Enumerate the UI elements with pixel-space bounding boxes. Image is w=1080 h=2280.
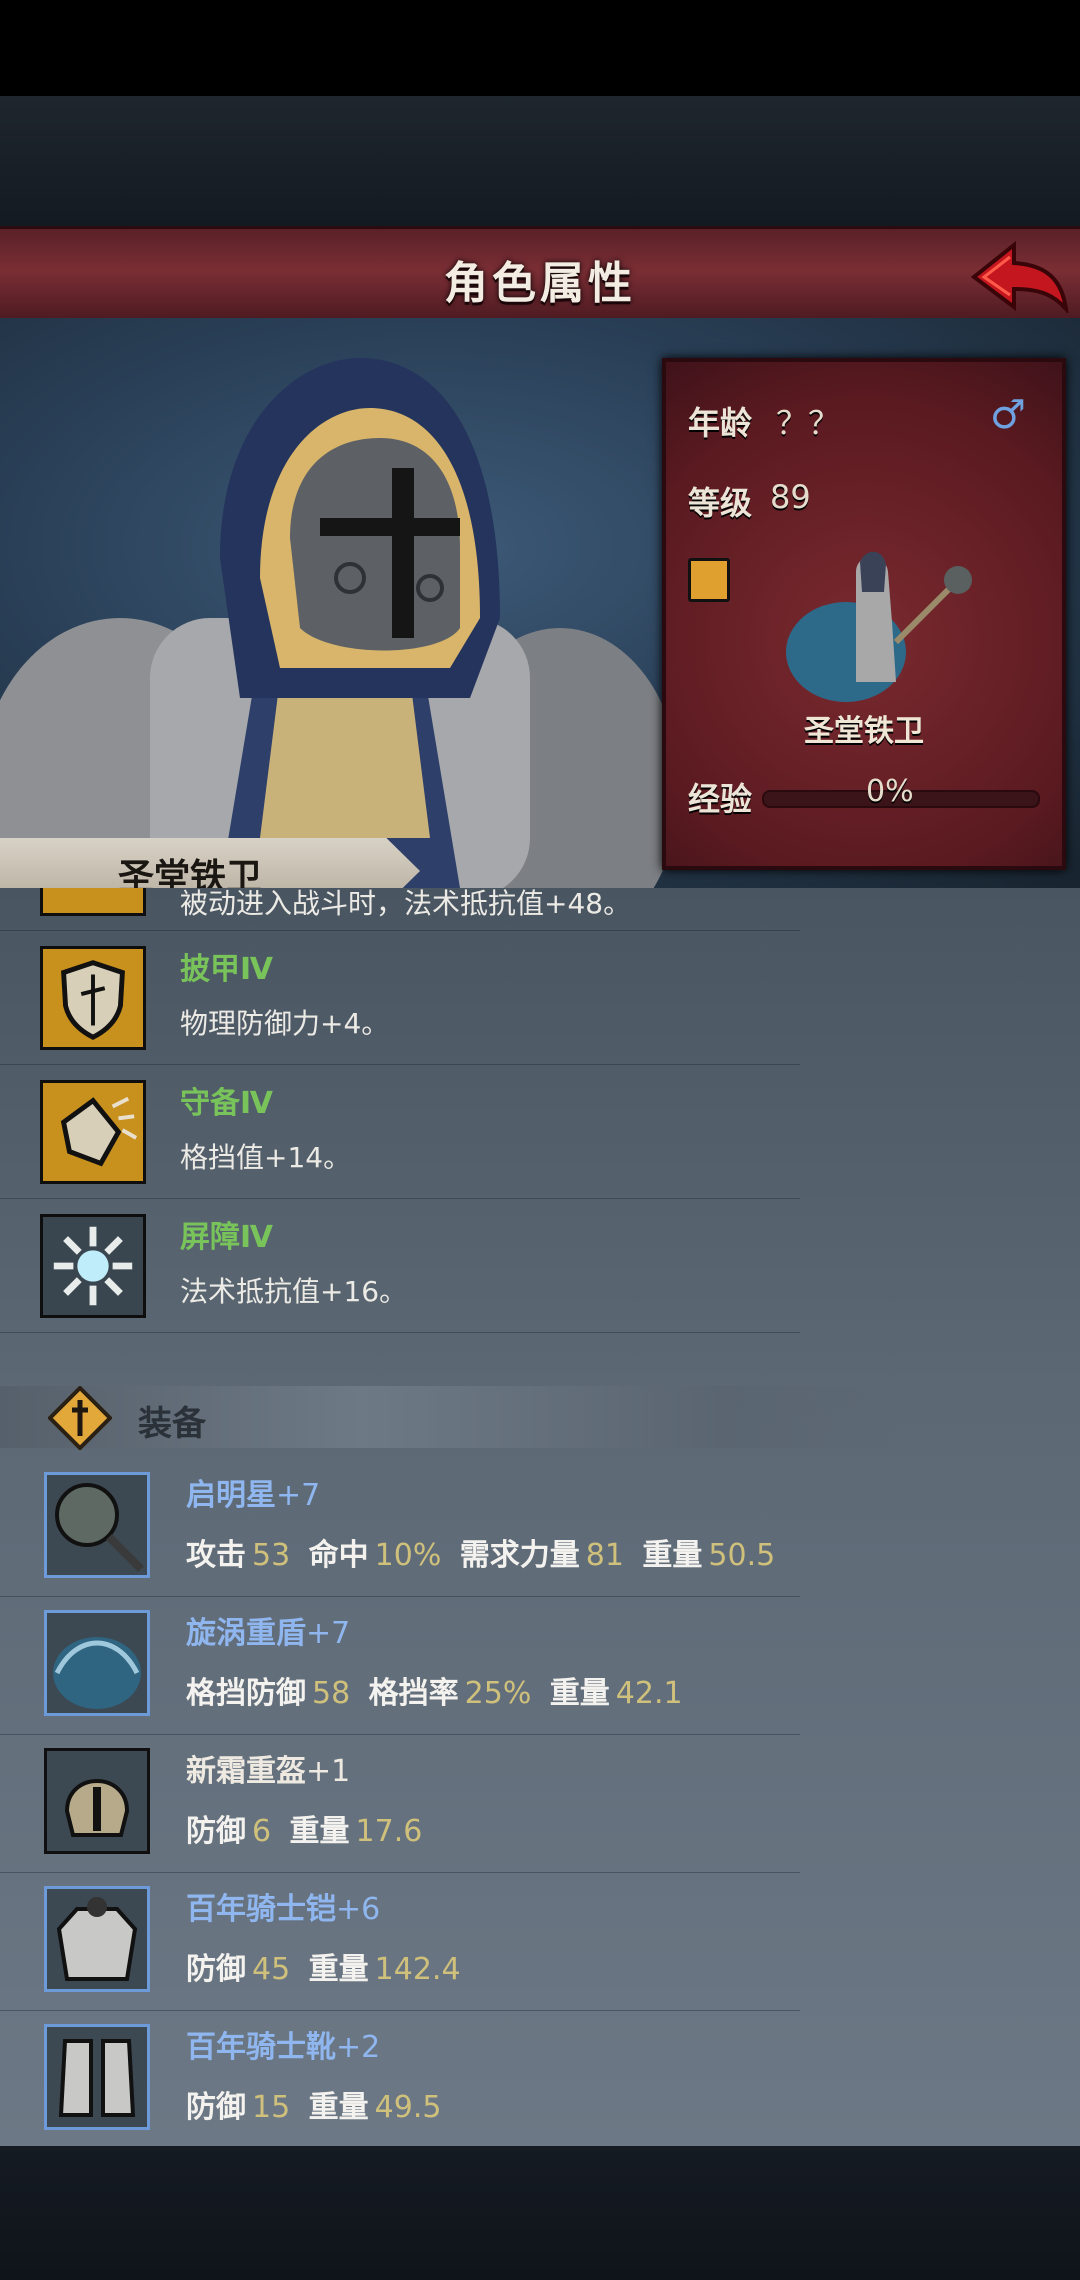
age-value: ？？: [776, 404, 841, 442]
skill-partial-icon: [40, 888, 146, 916]
top-background: [0, 96, 1080, 226]
skill-row-partial: 被动进入战斗时，法术抵抗值+48。: [0, 888, 800, 931]
class-name: 圣堂铁卫: [804, 714, 924, 749]
exp-value: 0%: [866, 774, 914, 809]
equipment-name: 旋涡重盾+7: [186, 1616, 351, 1651]
skill-name: 守备Ⅳ: [180, 1086, 273, 1121]
skill-partial-desc: 被动进入战斗时，法术抵抗值+48。: [180, 888, 632, 920]
equipment-stats: 防御 15 重量 49.5: [186, 2090, 442, 2125]
equipment-stats: 防御 45 重量 142.4: [186, 1952, 461, 1987]
exp-label: 经验: [688, 780, 753, 818]
feather-shield-icon: [44, 1610, 150, 1716]
character-portrait: [0, 358, 680, 888]
skill-desc: 法术抵抗值+16。: [180, 1275, 408, 1308]
skill-row[interactable]: 披甲Ⅳ 物理防御力+4。: [0, 930, 800, 1065]
boots-icon: [44, 2024, 150, 2130]
class-figure-icon: [786, 551, 972, 702]
equipment-row[interactable]: 旋涡重盾+7 格挡防御 58 格挡率 25% 重量 42.1: [0, 1596, 800, 1735]
equipment-section-title: 装备: [138, 1404, 206, 1444]
shield-rune-icon: [40, 946, 146, 1050]
level-value: 89: [770, 478, 811, 516]
equipment-name: 百年骑士靴+2: [186, 2030, 381, 2065]
barrier-burst-icon: [40, 1214, 146, 1318]
skill-desc: 物理防御力+4。: [180, 1007, 390, 1040]
level-label: 等级: [688, 484, 753, 522]
equipment-name: 新霜重盔+1: [186, 1754, 351, 1789]
plate-armor-icon: [44, 1886, 150, 1992]
bottom-bar: [0, 2146, 1080, 2280]
title-bar: 角色属性: [0, 226, 1080, 324]
page-title: 角色属性: [444, 258, 636, 309]
equipment-row[interactable]: 百年骑士铠+6 防御 45 重量 142.4: [0, 1872, 800, 2011]
equipment-stats: 格挡防御 58 格挡率 25% 重量 42.1: [186, 1676, 683, 1711]
male-icon: ♂: [990, 392, 1026, 438]
block-shatter-icon: [40, 1080, 146, 1184]
age-label: 年龄: [688, 404, 753, 442]
equipment-stats: 攻击 53 命中 10% 需求力量 81 重量 50.5: [186, 1538, 776, 1573]
skill-desc: 格挡值+14。: [180, 1141, 352, 1174]
equipment-row[interactable]: 启明星+7 攻击 53 命中 10% 需求力量 81 重量 50.5: [0, 1458, 800, 1597]
back-arrow-icon[interactable]: [970, 237, 1070, 313]
skill-name: 屏障Ⅳ: [180, 1220, 273, 1255]
status-bar-area: [0, 0, 1080, 96]
skill-row[interactable]: 屏障Ⅳ 法术抵抗值+16。: [0, 1198, 800, 1333]
skill-row[interactable]: 守备Ⅳ 格挡值+14。: [0, 1064, 800, 1199]
helmet-icon: [44, 1748, 150, 1854]
character-info-panel: 年龄 ？？ ♂ 等级 89 圣堂铁卫 经验 0%: [662, 358, 1066, 870]
equipment-name: 启明星+7: [186, 1478, 321, 1513]
equipment-row[interactable]: 新霜重盔+1 防御 6 重量 17.6: [0, 1734, 800, 1873]
equipment-stats: 防御 6 重量 17.6: [186, 1814, 423, 1849]
sword-diamond-icon: [48, 1386, 112, 1450]
equipment-name: 百年骑士铠+6: [186, 1892, 381, 1927]
shield-badge-icon: [688, 558, 730, 602]
scroll-content[interactable]: 被动进入战斗时，法术抵抗值+48。 披甲Ⅳ 物理防御力+4。 守备Ⅳ 格挡值+1…: [0, 888, 1080, 2146]
equipment-section-header: 装备: [0, 1386, 900, 1450]
morning-star-icon: [44, 1472, 150, 1578]
skill-name: 披甲Ⅳ: [180, 952, 273, 987]
equipment-row[interactable]: 百年骑士靴+2 防御 15 重量 49.5: [0, 2010, 800, 2146]
